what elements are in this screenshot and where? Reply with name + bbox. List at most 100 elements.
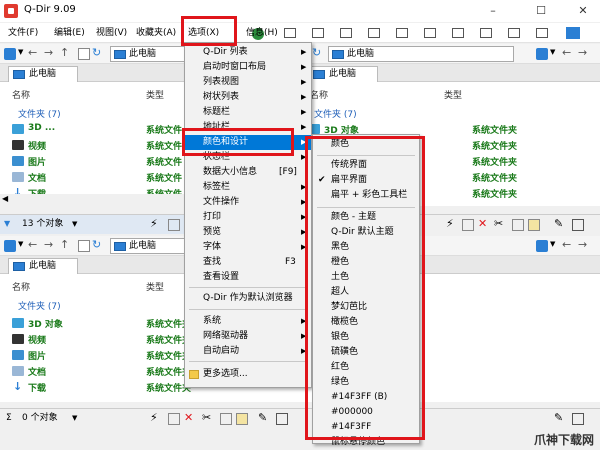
- paste-icon[interactable]: [236, 413, 248, 425]
- forward-icon[interactable]: →: [578, 46, 587, 59]
- properties-icon[interactable]: [572, 413, 584, 425]
- scroll-left-icon[interactable]: ◀: [2, 194, 8, 203]
- paste-icon[interactable]: [528, 219, 540, 231]
- menu-item-startup-layout[interactable]: 启动时窗口布局 ▶: [185, 60, 311, 75]
- menu-item-address-bar[interactable]: 地址栏 ▶: [185, 120, 311, 135]
- menu-item-default-browser[interactable]: Q-Dir 作为默认浏览器: [185, 291, 311, 306]
- back-icon[interactable]: ←: [562, 46, 571, 59]
- layout-split-icon[interactable]: [312, 28, 324, 38]
- submenu-item-silver[interactable]: 银色: [313, 330, 419, 345]
- column-name[interactable]: 名称: [310, 88, 328, 101]
- layout-quad-icon[interactable]: [396, 28, 408, 38]
- submenu-item-color[interactable]: 颜色: [313, 137, 419, 152]
- chevron-down-icon[interactable]: ▼: [72, 215, 77, 233]
- forward-icon[interactable]: →: [44, 46, 53, 59]
- copy-icon[interactable]: [512, 219, 524, 231]
- cut-icon[interactable]: ✂: [202, 409, 211, 427]
- submenu-item-flat-color-toolbar[interactable]: 扁平 + 彩色工具栏: [313, 188, 419, 203]
- menu-view[interactable]: 视图(V): [96, 26, 127, 40]
- mail-icon[interactable]: [168, 219, 180, 231]
- menu-item-color-design[interactable]: 颜色和设计 ▶: [185, 135, 311, 150]
- cut-icon[interactable]: ✂: [494, 215, 503, 233]
- submenu-item-red[interactable]: 红色: [313, 360, 419, 375]
- menu-info[interactable]: 信息(H): [246, 26, 278, 40]
- mail-icon[interactable]: [462, 219, 474, 231]
- menu-item-print[interactable]: 打印 ▶: [185, 210, 311, 225]
- column-name[interactable]: 名称: [12, 280, 30, 293]
- submenu-item-sulfur[interactable]: 硫磺色: [313, 345, 419, 360]
- submenu-item-flat-ui[interactable]: ✔ 扁平界面: [313, 173, 419, 188]
- column-type[interactable]: 类型: [146, 88, 164, 101]
- back-icon[interactable]: ←: [562, 238, 571, 251]
- layout-rows-icon[interactable]: [340, 28, 352, 38]
- column-name[interactable]: 名称: [12, 88, 30, 101]
- view-icon[interactable]: [536, 240, 548, 252]
- layout-cols-icon[interactable]: [368, 28, 380, 38]
- view-icon[interactable]: [4, 48, 16, 60]
- address-bar-top-right[interactable]: 此电脑: [328, 46, 514, 62]
- menu-item-title-bar[interactable]: 标题栏 ▶: [185, 105, 311, 120]
- new-folder-icon[interactable]: [78, 48, 90, 60]
- menu-item-qdir-list[interactable]: Q-Dir 列表 ▶: [185, 45, 311, 60]
- menu-item-system[interactable]: 系统 ▶: [185, 314, 311, 329]
- submenu-item-color-black-hex[interactable]: #000000: [313, 405, 419, 420]
- copy-icon[interactable]: [220, 413, 232, 425]
- submenu-item-color-cyan-hex[interactable]: #14F3FF: [313, 420, 419, 435]
- layout-wide-icon[interactable]: [480, 28, 492, 38]
- menu-item-list-view[interactable]: 列表视图 ▶: [185, 75, 311, 90]
- computer-icon[interactable]: [566, 27, 580, 39]
- chevron-down-icon[interactable]: ▼: [18, 48, 23, 56]
- menu-item-font[interactable]: 字体 ▶: [185, 240, 311, 255]
- submenu-item-orange[interactable]: 橙色: [313, 255, 419, 270]
- edit-icon[interactable]: ✎: [258, 409, 267, 427]
- submenu-item-olive[interactable]: 橄榄色: [313, 315, 419, 330]
- column-type[interactable]: 类型: [444, 88, 462, 101]
- view-icon[interactable]: [536, 48, 548, 60]
- submenu-item-green[interactable]: 绿色: [313, 375, 419, 390]
- submenu-item-default-theme[interactable]: Q-Dir 默认主题: [313, 225, 419, 240]
- up-icon[interactable]: ↑: [60, 46, 69, 59]
- menu-file[interactable]: 文件(F): [8, 26, 38, 40]
- view-icon[interactable]: [4, 240, 16, 252]
- group-header[interactable]: 文件夹 (7): [314, 107, 357, 120]
- delete-icon[interactable]: ✕: [478, 215, 487, 233]
- menu-item-preview[interactable]: 预览 ▶: [185, 225, 311, 240]
- chevron-down-icon[interactable]: ▼: [72, 409, 77, 427]
- menu-item-tree-list[interactable]: 树状列表 ▶: [185, 90, 311, 105]
- submenu-item-classic-ui[interactable]: 传统界面: [313, 158, 419, 173]
- menu-options[interactable]: 选项(X): [188, 26, 219, 40]
- layout-three-icon[interactable]: [424, 28, 436, 38]
- group-header[interactable]: 文件夹 (7): [18, 299, 61, 312]
- menu-item-data-size-info[interactable]: 数据大小信息 [F9]: [185, 165, 311, 180]
- refresh-icon[interactable]: ↻: [92, 46, 101, 59]
- edit-icon[interactable]: ✎: [554, 409, 563, 427]
- group-header[interactable]: 文件夹 (7): [18, 107, 61, 120]
- layout-stack-icon[interactable]: [452, 28, 464, 38]
- tab-this-pc[interactable]: 此电脑: [8, 258, 78, 274]
- properties-icon[interactable]: [276, 413, 288, 425]
- menu-item-network-drive[interactable]: 网络驱动器 ▶: [185, 329, 311, 344]
- lightning-icon[interactable]: ⚡: [446, 215, 454, 233]
- delete-icon[interactable]: ✕: [184, 409, 193, 427]
- refresh-icon[interactable]: ↻: [92, 238, 101, 251]
- edit-icon[interactable]: ✎: [554, 215, 563, 233]
- lightning-icon[interactable]: ⚡: [150, 215, 158, 233]
- tab-this-pc[interactable]: 此电脑: [308, 66, 378, 82]
- layout-mix-icon[interactable]: [536, 28, 548, 38]
- menu-item-view-settings[interactable]: 查看设置: [185, 270, 311, 285]
- menu-item-tab-bar[interactable]: 标签栏 ▶: [185, 180, 311, 195]
- column-type[interactable]: 类型: [146, 280, 164, 293]
- menu-item-autostart[interactable]: 自动启动 ▶: [185, 344, 311, 359]
- menu-item-file-operations[interactable]: 文件操作 ▶: [185, 195, 311, 210]
- refresh-icon[interactable]: ↻: [312, 46, 321, 59]
- tab-this-pc[interactable]: 此电脑: [8, 66, 78, 82]
- submenu-item-barbie[interactable]: 梦幻芭比: [313, 300, 419, 315]
- menu-item-find[interactable]: 查找 F3: [185, 255, 311, 270]
- forward-icon[interactable]: →: [578, 238, 587, 251]
- chevron-down-icon[interactable]: ▼: [550, 240, 555, 248]
- submenu-item-hover-color[interactable]: 鼠标悬停颜色: [313, 435, 419, 445]
- submenu-item-color-theme[interactable]: 颜色 - 主题: [313, 210, 419, 225]
- maximize-button[interactable]: ☐: [530, 3, 552, 19]
- layout-tall-icon[interactable]: [508, 28, 520, 38]
- menu-favorites[interactable]: 收藏夹(A): [136, 26, 176, 40]
